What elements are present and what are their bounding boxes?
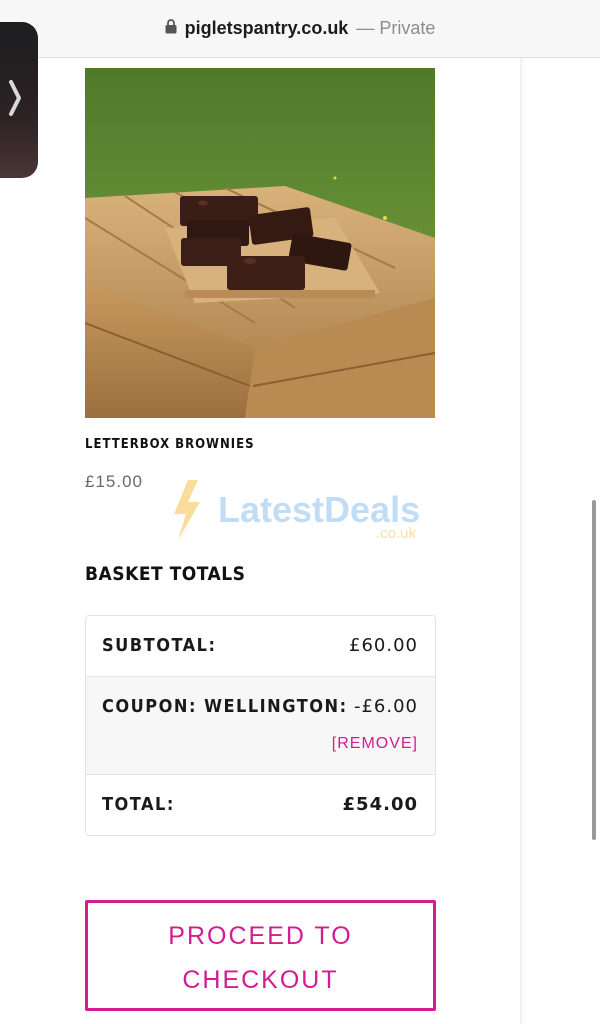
latestdeals-watermark: LatestDeals .co.uk (170, 478, 440, 542)
browser-address-bar[interactable]: pigletspantry.co.uk — Private (0, 0, 600, 58)
total-label: TOTAL: (102, 794, 175, 815)
side-panel-handle[interactable] (0, 22, 38, 178)
proceed-to-checkout-button[interactable]: PROCEED TO CHECKOUT (85, 900, 436, 1011)
coupon-value: -£6.00 (353, 696, 418, 717)
checkout-button-line-2: CHECKOUT (182, 966, 339, 994)
subtotal-label: SUBTOTAL: (102, 635, 217, 656)
coupon-row: COUPON: WELLINGTON: -£6.00 [REMOVE] (86, 677, 435, 775)
watermark-suffix: .co.uk (376, 525, 417, 542)
subtotal-row: SUBTOTAL: £60.00 (86, 616, 435, 677)
basket-totals-heading: BASKET TOTALS (85, 563, 246, 585)
remove-coupon-link[interactable]: [REMOVE] (332, 735, 418, 753)
basket-totals-table: SUBTOTAL: £60.00 COUPON: WELLINGTON: -£6… (85, 615, 436, 836)
page-right-gutter (520, 58, 600, 1024)
watermark-brand: LatestDeals (218, 489, 420, 530)
lock-icon (165, 18, 177, 39)
chevron-right-icon (8, 78, 22, 123)
product-price: £15.00 (85, 472, 143, 491)
total-row: TOTAL: £54.00 (86, 775, 435, 835)
coupon-label: COUPON: WELLINGTON: (102, 696, 348, 717)
subtotal-value: £60.00 (349, 635, 418, 656)
checkout-button-line-1: PROCEED TO (168, 922, 353, 950)
total-value: £54.00 (342, 794, 418, 815)
product-image[interactable] (85, 68, 435, 418)
page-scrollbar[interactable] (592, 500, 596, 840)
product-name[interactable]: LETTERBOX BROWNIES (85, 437, 255, 452)
url-domain: pigletspantry.co.uk (184, 18, 349, 38)
private-mode-label: — Private (356, 18, 436, 38)
